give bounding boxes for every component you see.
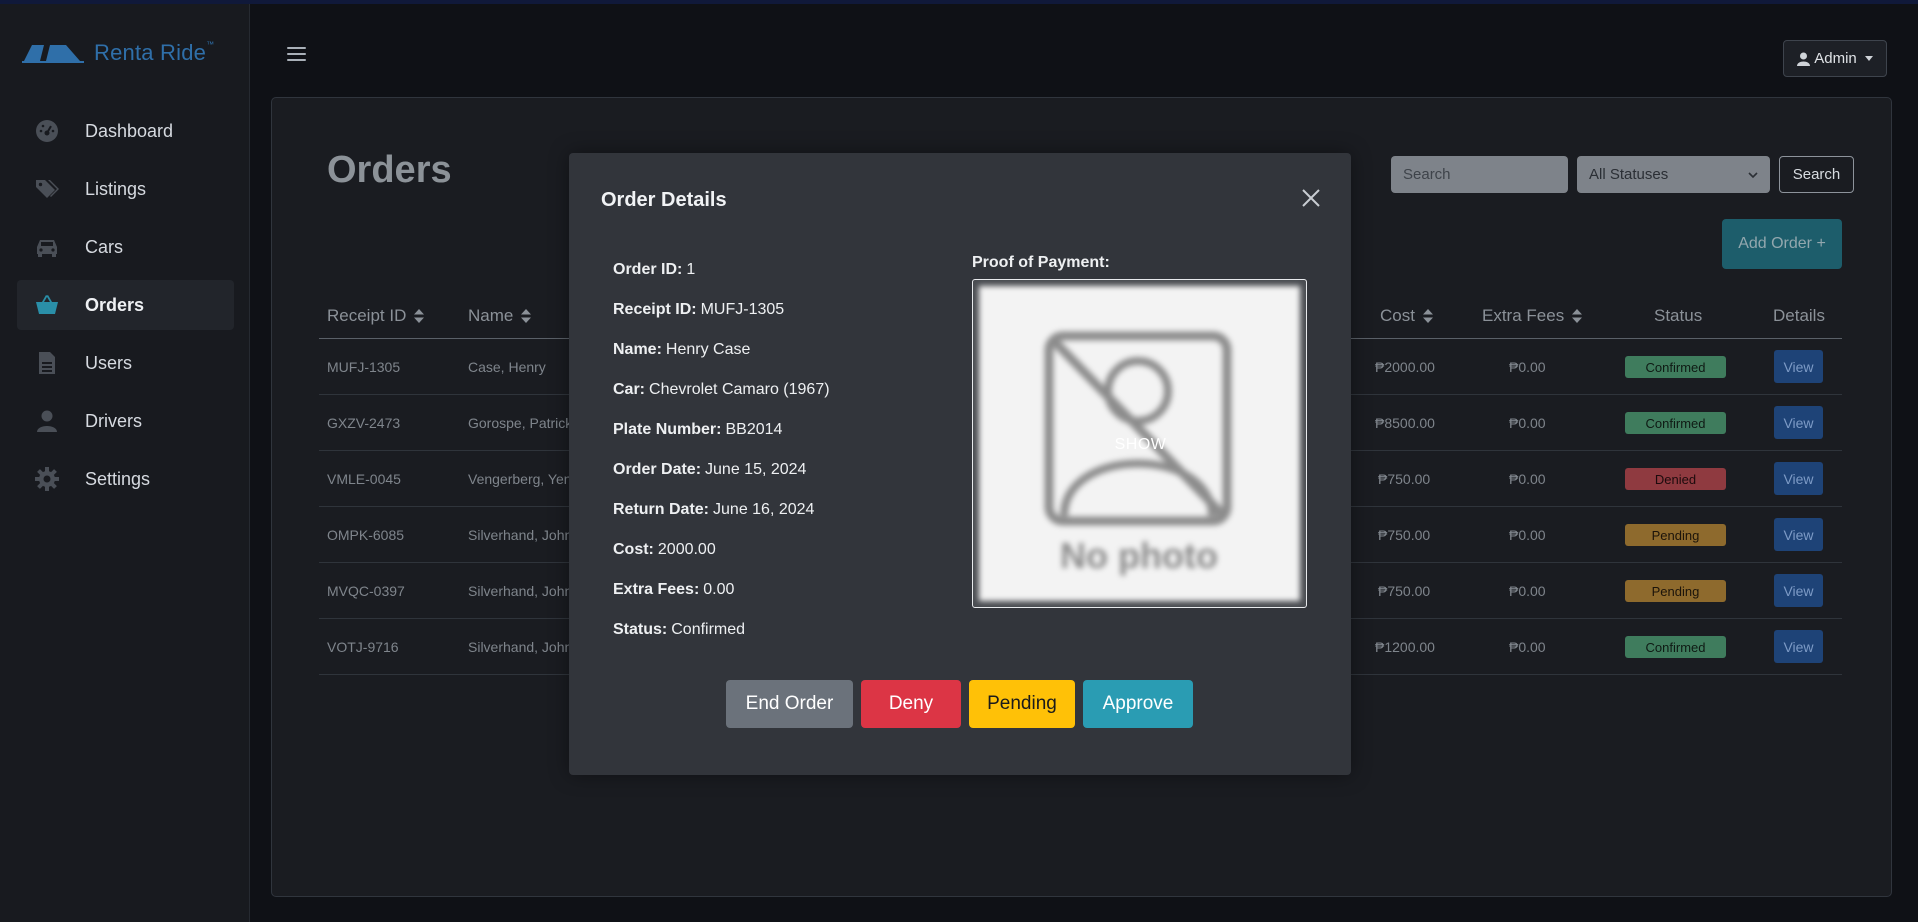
- proof-of-payment-image[interactable]: No photo SHOW: [972, 279, 1307, 608]
- detail-plate-number: Plate Number: BB2014: [613, 421, 783, 438]
- proof-of-payment-label: Proof of Payment:: [972, 254, 1110, 271]
- detail-return-date: Return Date: June 16, 2024: [613, 501, 815, 518]
- detail-cost: Cost: 2000.00: [613, 541, 716, 558]
- show-overlay-label: SHOW: [1114, 435, 1167, 453]
- modal-title: Order Details: [601, 189, 727, 211]
- detail-extra-fees: Extra Fees: 0.00: [613, 581, 735, 598]
- detail-order-id: Order ID: 1: [613, 261, 696, 278]
- deny-button[interactable]: Deny: [861, 680, 961, 728]
- detail-status: Status: Confirmed: [613, 621, 746, 638]
- modal-actions: End Order Deny Pending Approve: [726, 680, 1193, 728]
- detail-name: Name: Henry Case: [613, 341, 751, 358]
- end-order-button[interactable]: End Order: [726, 680, 853, 728]
- detail-car: Car: Chevrolet Camaro (1967): [613, 381, 830, 398]
- approve-button[interactable]: Approve: [1083, 680, 1193, 728]
- detail-order-date: Order Date: June 15, 2024: [613, 461, 807, 478]
- detail-receipt-id: Receipt ID: MUFJ-1305: [613, 301, 785, 318]
- order-details-modal: Order Details Order ID: 1 Receipt ID: MUFJ…: [569, 153, 1351, 775]
- close-icon[interactable]: [1301, 188, 1321, 208]
- pending-button[interactable]: Pending: [969, 680, 1075, 728]
- order-detail-list: Order ID: 1 Receipt ID: MUFJ-1305 Name: Hen…: [613, 250, 830, 650]
